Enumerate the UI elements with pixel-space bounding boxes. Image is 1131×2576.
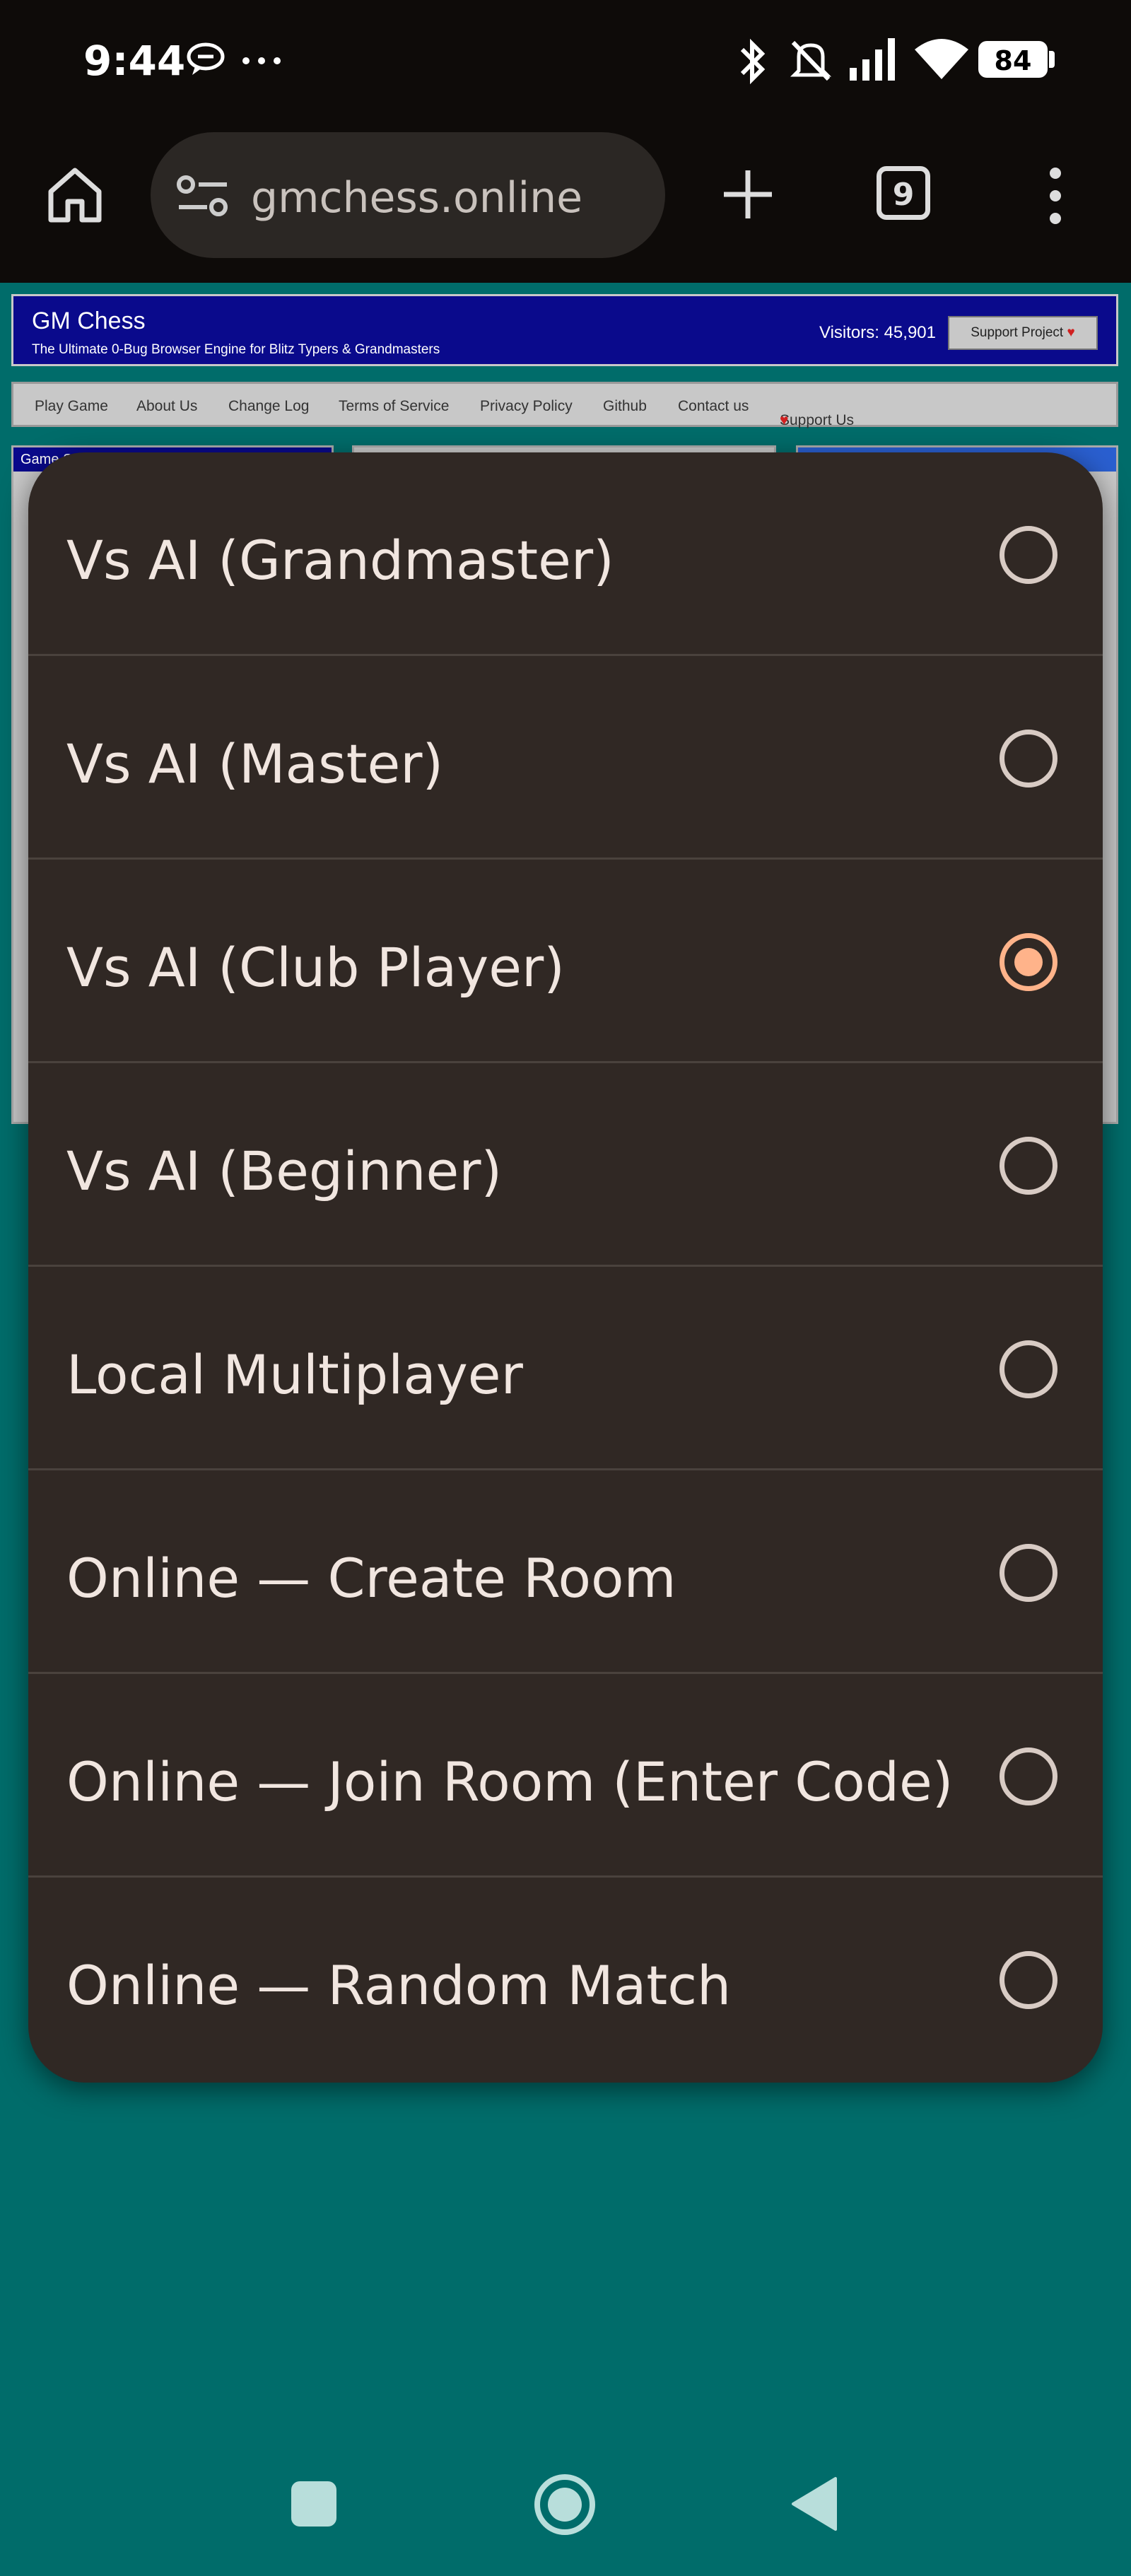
tab-count: 9 bbox=[892, 177, 915, 213]
site-settings-icon[interactable] bbox=[176, 175, 230, 218]
option-label: Online — Create Room bbox=[66, 1547, 676, 1610]
radio-button[interactable] bbox=[1000, 1544, 1057, 1602]
mute-icon bbox=[790, 40, 832, 81]
option-label: Online — Random Match bbox=[66, 1954, 732, 2017]
heart-icon: ♥ bbox=[780, 412, 789, 428]
wifi-icon bbox=[915, 39, 968, 79]
radio-button[interactable] bbox=[1000, 1747, 1057, 1805]
nav-about-us[interactable]: About Us bbox=[136, 398, 197, 415]
radio-button[interactable] bbox=[1000, 1137, 1057, 1195]
more-dots-icon bbox=[242, 57, 281, 64]
visitor-count: Visitors: 45,901 bbox=[819, 323, 936, 342]
tab-switcher-button[interactable]: 9 bbox=[877, 166, 930, 220]
game-mode-dropdown: Vs AI (Grandmaster) Vs AI (Master) Vs AI… bbox=[28, 452, 1103, 2083]
browser-toolbar: gmchess.online 9 bbox=[0, 124, 1131, 283]
url-text: gmchess.online bbox=[251, 173, 583, 223]
option-vs-ai-club-player[interactable]: Vs AI (Club Player) bbox=[28, 860, 1103, 1063]
site-title: GM Chess bbox=[32, 308, 146, 334]
option-online-join-room[interactable]: Online — Join Room (Enter Code) bbox=[28, 1674, 1103, 1878]
option-online-create-room[interactable]: Online — Create Room bbox=[28, 1470, 1103, 1674]
nav-play-game[interactable]: Play Game bbox=[35, 398, 108, 415]
status-bar: 9:44 84 bbox=[0, 0, 1131, 124]
nav-privacy[interactable]: Privacy Policy bbox=[480, 398, 573, 415]
site-header: GM Chess The Ultimate 0-Bug Browser Engi… bbox=[11, 294, 1118, 366]
support-project-button[interactable]: Support Project ♥ bbox=[948, 316, 1098, 350]
message-bubble-icon bbox=[187, 42, 225, 75]
bluetooth-icon bbox=[740, 38, 766, 85]
site-nav: Play Game About Us Change Log Terms of S… bbox=[11, 382, 1118, 428]
option-local-multiplayer[interactable]: Local Multiplayer bbox=[28, 1267, 1103, 1470]
nav-change-log[interactable]: Change Log bbox=[228, 398, 309, 415]
address-bar[interactable]: gmchess.online bbox=[151, 132, 665, 258]
option-label: Local Multiplayer bbox=[66, 1343, 523, 1406]
site-tagline: The Ultimate 0-Bug Browser Engine for Bl… bbox=[32, 342, 440, 357]
option-label: Online — Join Room (Enter Code) bbox=[66, 1750, 954, 1813]
option-online-random-match[interactable]: Online — Random Match bbox=[28, 1878, 1103, 2081]
nav-terms[interactable]: Terms of Service bbox=[339, 398, 449, 415]
option-vs-ai-beginner[interactable]: Vs AI (Beginner) bbox=[28, 1063, 1103, 1267]
radio-button[interactable] bbox=[1000, 730, 1057, 788]
home-icon[interactable] bbox=[45, 165, 105, 224]
back-icon[interactable] bbox=[790, 2476, 838, 2532]
heart-icon: ♥ bbox=[1067, 325, 1075, 340]
option-label: Vs AI (Grandmaster) bbox=[66, 529, 614, 592]
signal-icon bbox=[850, 38, 895, 81]
radio-button[interactable] bbox=[1000, 1951, 1057, 2009]
status-time: 9:44 bbox=[83, 37, 186, 85]
option-vs-ai-grandmaster[interactable]: Vs AI (Grandmaster) bbox=[28, 452, 1103, 656]
more-vert-icon[interactable] bbox=[1045, 166, 1066, 226]
option-label: Vs AI (Beginner) bbox=[66, 1140, 503, 1202]
nav-contact[interactable]: Contact us bbox=[678, 398, 749, 415]
option-label: Vs AI (Club Player) bbox=[66, 936, 565, 999]
nav-github[interactable]: Github bbox=[603, 398, 647, 415]
option-vs-ai-master[interactable]: Vs AI (Master) bbox=[28, 656, 1103, 860]
radio-button[interactable] bbox=[1000, 526, 1057, 584]
battery-level: 84 bbox=[994, 45, 1032, 76]
new-tab-icon[interactable] bbox=[720, 166, 776, 223]
radio-button[interactable] bbox=[1000, 1340, 1057, 1398]
recents-icon[interactable] bbox=[290, 2480, 338, 2528]
home-circle-icon[interactable] bbox=[533, 2473, 597, 2536]
system-nav-bar bbox=[0, 2389, 1131, 2576]
battery-icon: 84 bbox=[978, 41, 1048, 78]
option-label: Vs AI (Master) bbox=[66, 732, 444, 795]
radio-button-selected[interactable] bbox=[1000, 933, 1057, 991]
